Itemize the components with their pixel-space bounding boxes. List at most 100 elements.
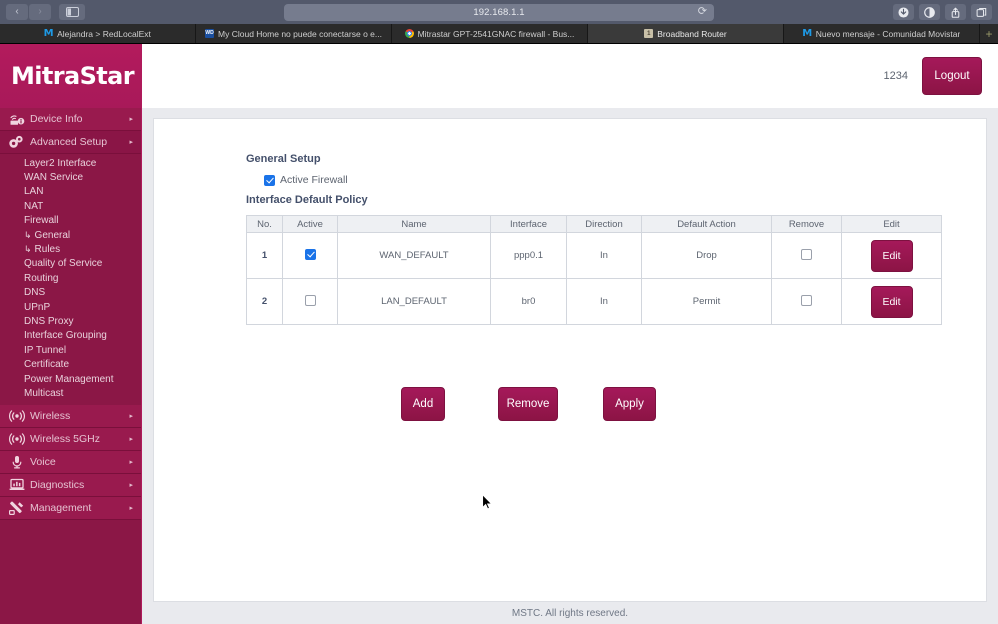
edit-button[interactable]: Edit (870, 239, 913, 272)
forward-icon[interactable]: › (29, 4, 51, 20)
sidebar-toggle-icon[interactable] (59, 4, 85, 20)
sidebar-subitem-power-management[interactable]: Power Management (0, 372, 141, 386)
share-glyph (951, 7, 960, 18)
chevron-right-icon: ▸ (129, 458, 133, 466)
sidebar-subitem-firewall[interactable]: Firewall (0, 214, 141, 228)
toolbar-right-buttons (893, 4, 992, 20)
row-remove-checkbox[interactable] (801, 248, 812, 260)
reader-contrast-icon[interactable] (919, 4, 940, 20)
tab-label: Mitrastar GPT-2541GNAC firewall - Bus... (417, 28, 575, 39)
share-icon[interactable] (945, 4, 966, 20)
sidebar-subitem-label: Multicast (24, 387, 64, 399)
active-firewall-checkbox[interactable] (264, 174, 275, 186)
tools-glyph (8, 501, 23, 515)
sidebar-item-management[interactable]: Management ▸ (0, 496, 141, 520)
sidebar-subitem-quality-of-service[interactable]: Quality of Service (0, 257, 141, 271)
user-id-label: 1234 (883, 70, 908, 82)
tools-icon (7, 501, 26, 515)
sidebar-subitem-general[interactable]: ↳ General (0, 228, 141, 242)
active-firewall-label: Active Firewall (280, 174, 348, 186)
back-icon[interactable]: ‹ (6, 4, 28, 20)
wd-icon: WD (205, 29, 215, 38)
cell-interface: br0 (490, 278, 567, 325)
browser-tab-0[interactable]: M Alejandra > RedLocalExt (0, 24, 196, 43)
reload-icon[interactable]: ⟳ (698, 6, 707, 18)
footer-copyright: MSTC. All rights reserved. (511, 607, 629, 619)
sidebar-bottom-menu: Wireless ▸ Wireless 5GHz ▸ Voice ▸ Diagn… (0, 404, 141, 520)
sidebar-subitem-upnp[interactable]: UPnP (0, 300, 141, 314)
sidebar-subitem-label: DNS Proxy (24, 315, 74, 327)
logout-button[interactable]: Logout (922, 57, 982, 95)
chevron-right-icon: ▸ (129, 481, 133, 489)
sidebar-subitem-lan[interactable]: LAN (0, 185, 141, 199)
sidebar-subitem-interface-grouping[interactable]: Interface Grouping (0, 329, 141, 343)
browser-tab-2[interactable]: Mitrastar GPT-2541GNAC firewall - Bus... (392, 24, 588, 43)
chevron-right-icon: ▸ (129, 412, 133, 420)
panel-glyph (65, 7, 79, 17)
sidebar-item-diagnostics[interactable]: Diagnostics ▸ (0, 473, 141, 497)
sidebar-item-device-info[interactable]: Device Info ▸ (0, 108, 141, 131)
wireless-icon (7, 409, 26, 422)
browser-tab-3[interactable]: 1 Broadband Router (588, 24, 784, 43)
address-bar[interactable]: 192.168.1.1 ⟳ (284, 3, 714, 21)
chevron-right-icon: ▸ (129, 116, 133, 123)
sidebar-subitem-ip-tunnel[interactable]: IP Tunnel (0, 343, 141, 357)
row-active-checkbox[interactable] (304, 294, 316, 306)
th-interface: Interface (490, 215, 567, 233)
row-remove-checkbox[interactable] (801, 294, 812, 306)
sidebar-subitem-multicast[interactable]: Multicast (0, 386, 141, 400)
sidebar-subitem-dns-proxy[interactable]: DNS Proxy (0, 314, 141, 328)
interface-default-policy-title: Interface Default Policy (246, 194, 368, 206)
sidebar-subitem-certificate[interactable]: Certificate (0, 357, 141, 371)
sidebar-subitem-nat[interactable]: NAT (0, 199, 141, 213)
browser-tab-1[interactable]: WD My Cloud Home no puede conectarse o e… (196, 24, 392, 43)
cell-default-action: Drop (641, 232, 772, 279)
row-active-checkbox[interactable] (304, 248, 316, 260)
sidebar-item-label: Advanced Setup (30, 136, 108, 148)
sidebar-subitem-label: IP Tunnel (24, 344, 67, 356)
sidebar: MitraStar Device Info ▸ Advanced Setup ▸… (0, 44, 141, 624)
add-button[interactable]: Add (401, 387, 445, 421)
brand-logo[interactable]: MitraStar (0, 44, 141, 108)
wireless-5ghz-icon (7, 432, 26, 445)
apply-button[interactable]: Apply (603, 387, 656, 421)
sidebar-filler (0, 519, 141, 624)
sidebar-subitem-wan-service[interactable]: WAN Service (0, 170, 141, 184)
gears-glyph (9, 135, 23, 148)
tabs-overview-icon[interactable] (971, 4, 992, 20)
brand-logo-text: MitraStar (11, 62, 135, 90)
cell-direction: In (566, 278, 642, 325)
browser-tab-4[interactable]: M Nuevo mensaje - Comunidad Movistar (784, 24, 980, 43)
table-body: 1 WAN_DEFAULT ppp0.1 In Drop Edit 2 LAN_… (246, 232, 942, 325)
downloads-icon[interactable] (893, 4, 914, 20)
sidebar-subitem-label: WAN Service (24, 172, 84, 184)
sidebar-subitem-routing[interactable]: Routing (0, 271, 141, 285)
sidebar-item-voice[interactable]: Voice ▸ (0, 450, 141, 474)
remove-button[interactable]: Remove (498, 387, 558, 421)
microphone-icon (7, 455, 26, 469)
table-row: 2 LAN_DEFAULT br0 In Permit Edit (246, 278, 942, 325)
interface-policy-table: No. Active Name Interface Direction Defa… (246, 215, 942, 325)
sidebar-item-wireless[interactable]: Wireless ▸ (0, 404, 141, 428)
chevron-right-icon: ▸ (129, 139, 133, 146)
gears-icon (7, 135, 26, 149)
microphone-glyph (12, 455, 21, 469)
new-tab-button[interactable]: + (980, 24, 998, 43)
sidebar-subitem-label: NAT (24, 200, 44, 212)
cell-no: 2 (246, 278, 283, 325)
diagnostics-glyph (9, 478, 24, 491)
sidebar-subitem-rules[interactable]: ↳ Rules (0, 242, 141, 256)
edit-button[interactable]: Edit (870, 285, 913, 318)
table-row: 1 WAN_DEFAULT ppp0.1 In Drop Edit (246, 232, 942, 279)
sidebar-subitem-dns[interactable]: DNS (0, 286, 141, 300)
sidebar-item-wireless-5ghz[interactable]: Wireless 5GHz ▸ (0, 427, 141, 451)
th-default-action: Default Action (641, 215, 772, 233)
sidebar-subitem-layer2-interface[interactable]: Layer2 Interface (0, 156, 141, 170)
page-body: MitraStar Device Info ▸ Advanced Setup ▸… (0, 44, 998, 624)
sidebar-item-label: Management (30, 501, 92, 514)
content-inner: General Setup Active Firewall Interface … (154, 119, 986, 421)
sidebar-subitem-label: Rules (34, 244, 61, 256)
sidebar-item-advanced-setup[interactable]: Advanced Setup ▸ (0, 131, 141, 154)
content-outer: General Setup Active Firewall Interface … (142, 108, 998, 624)
sidebar-subitem-label: General (34, 229, 71, 241)
